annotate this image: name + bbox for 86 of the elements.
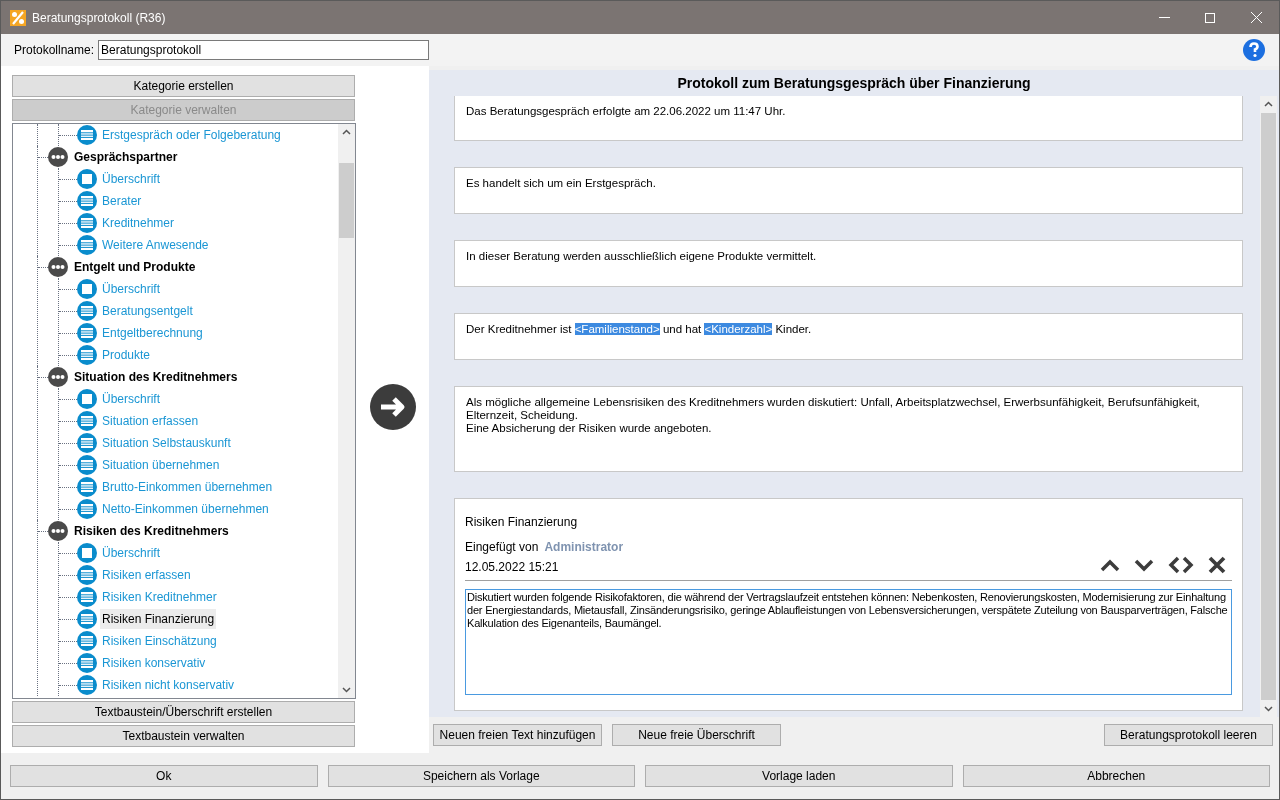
- text-lines-icon: [77, 653, 97, 673]
- window-title: Beratungsprotokoll (R36): [32, 9, 166, 27]
- chevron-up-icon[interactable]: [1100, 558, 1120, 572]
- tree-item[interactable]: Risiken Kreditnehmer: [100, 587, 219, 607]
- tree-category[interactable]: Entgelt und Produkte: [74, 258, 196, 276]
- action-button[interactable]: Neue freie Überschrift: [612, 724, 781, 746]
- text-lines-icon: [77, 345, 97, 365]
- action-button[interactable]: Abbrechen: [962, 765, 1270, 787]
- text-lines-icon: [77, 631, 97, 651]
- close-icon: [1250, 12, 1262, 23]
- text-lines-icon: [77, 455, 97, 475]
- date-text: 12.05.2022 15:21: [465, 559, 560, 576]
- action-button[interactable]: Vorlage laden: [645, 765, 953, 787]
- percent-logo-icon: [10, 9, 26, 26]
- scrollbar[interactable]: [338, 124, 355, 698]
- action-button[interactable]: Textbaustein verwalten: [12, 725, 355, 747]
- action-button[interactable]: Ok: [10, 765, 318, 787]
- action-button[interactable]: Kategorie erstellen: [12, 75, 355, 97]
- card-text: Das Beratungsgespräch erfolgte am 22.06.2022 um 11:47 Uhr.: [466, 105, 787, 118]
- text-lines-icon: [77, 477, 97, 497]
- tree-item[interactable]: Erstgespräch oder Folgeberatung: [100, 125, 283, 145]
- minimize-icon: [1158, 16, 1170, 19]
- help-icon[interactable]: [1242, 38, 1266, 62]
- scroll-thumb[interactable]: [1261, 113, 1276, 700]
- text-lines-icon: [77, 323, 97, 343]
- tree-item[interactable]: Risiken nicht konservativ: [100, 675, 237, 695]
- card-text: Als mögliche allgemeine Lebensrisiken des Kreditnehmers wurden diskutiert: Unfall, Arbeitsplatzwechsel, Erwerbsunfähigkeit, Berufsunfähigkeit, Elternzeit, Scheidung.: [466, 396, 1201, 422]
- tree-item[interactable]: Situation Selbstauskunft: [100, 433, 233, 453]
- text-lines-icon: [77, 191, 97, 211]
- tree-item[interactable]: Netto-Einkommen übernehmen: [100, 499, 271, 519]
- maximize-icon: [1205, 12, 1215, 23]
- tree-category[interactable]: Situation des Kreditnehmers: [74, 368, 238, 386]
- chevron-down-icon[interactable]: [1134, 558, 1154, 572]
- card-title: Risiken Finanzierung: [465, 514, 579, 531]
- name-input-field[interactable]: Beratungsprotokoll: [98, 40, 430, 60]
- field-label: Protokollname:: [14, 42, 95, 59]
- tree-category[interactable]: Gesprächspartner: [74, 148, 178, 166]
- text-lines-icon: [77, 433, 97, 453]
- tree-item[interactable]: Überschrift: [100, 389, 162, 409]
- protocol-title: Protokoll zum Beratungsgespräch über Finanzierung: [676, 74, 1032, 93]
- action-button[interactable]: Beratungsprotokoll leeren: [1104, 724, 1273, 746]
- text-lines-icon: [77, 587, 97, 607]
- action-button[interactable]: Neuen freien Text hinzufügen: [433, 724, 602, 746]
- card-text: In dieser Beratung werden ausschließlich eigene Produkte vermittelt.: [466, 250, 818, 263]
- tree-item[interactable]: Entgeltberechnung: [100, 323, 205, 343]
- tree-category[interactable]: Risiken des Kreditnehmers: [74, 522, 229, 540]
- tree-item[interactable]: Produkte: [100, 345, 153, 365]
- category-dots-icon: [48, 521, 68, 541]
- code-brackets-icon[interactable]: [1168, 556, 1194, 574]
- tree-item[interactable]: Situation erfassen: [100, 411, 201, 431]
- tree-item[interactable]: Situation übernehmen: [100, 455, 222, 475]
- tree-item[interactable]: Risiken konservativ: [100, 653, 208, 673]
- card-text: Eine Absicherung der Risiken wurde angeboten.: [466, 422, 713, 435]
- card-text: Es handelt sich um ein Erstgespräch.: [466, 177, 657, 190]
- text-lines-icon: [77, 499, 97, 519]
- action-button[interactable]: Textbaustein/Überschrift erstellen: [12, 701, 355, 723]
- text-lines-icon: [77, 235, 97, 255]
- tree-item[interactable]: Risiken erfassen: [100, 565, 193, 585]
- text-lines-icon: [77, 675, 97, 695]
- tree-item[interactable]: Brutto-Einkommen übernehmen: [100, 477, 275, 497]
- text-lines-icon: [77, 301, 97, 321]
- text-lines-icon: [77, 213, 97, 233]
- text-lines-icon: [77, 609, 97, 629]
- scroll-thumb[interactable]: [339, 163, 354, 238]
- tree-item[interactable]: Überschrift: [100, 169, 162, 189]
- category-dots-icon: [48, 367, 68, 387]
- delete-x-icon[interactable]: [1208, 556, 1226, 574]
- tree-item[interactable]: Weitere Anwesende: [100, 235, 211, 255]
- category-dots-icon: [48, 257, 68, 277]
- text-editor-field[interactable]: Diskutiert wurden folgende Risikofaktoren, die während der Vertragslaufzeit entstehen können: Nebenkosten, Renovierungskosten, Modernisierung zur Einhaltung der Energiestandards, Mietausfall, Zinsänderungsrisiko, geringe Ablaufleistungen von Lebensversicherungen, verspätete Zuteilung von Bausparverträgen, Falsche Kalkulation des Eigenanteils, Baumängel.: [465, 589, 1232, 695]
- tree-item[interactable]: Überschrift: [100, 543, 162, 563]
- tree-item[interactable]: Beratungsentgelt: [100, 301, 195, 321]
- tree-item[interactable]: Berater: [100, 191, 144, 211]
- card-text: Der Kreditnehmer ist <Familienstand> und hat <Kinderzahl> Kinder.: [466, 323, 813, 336]
- tree-item[interactable]: Kreditnehmer: [100, 213, 177, 233]
- category-dots-icon: [48, 147, 68, 167]
- scrollbar[interactable]: [1260, 96, 1277, 717]
- tree-item[interactable]: Überschrift: [100, 279, 162, 299]
- action-button[interactable]: Speichern als Vorlage: [327, 765, 635, 787]
- tree-item[interactable]: Risiken Finanzierung: [100, 609, 217, 629]
- author-name: Administrator: [544, 539, 624, 556]
- text-lines-icon: [77, 411, 97, 431]
- inserted-label: Eingefügt von: [465, 539, 539, 556]
- text-lines-icon: [77, 565, 97, 585]
- arrow-right-icon[interactable]: [369, 382, 417, 431]
- tree-item[interactable]: Risiken Einschätzung: [100, 631, 219, 651]
